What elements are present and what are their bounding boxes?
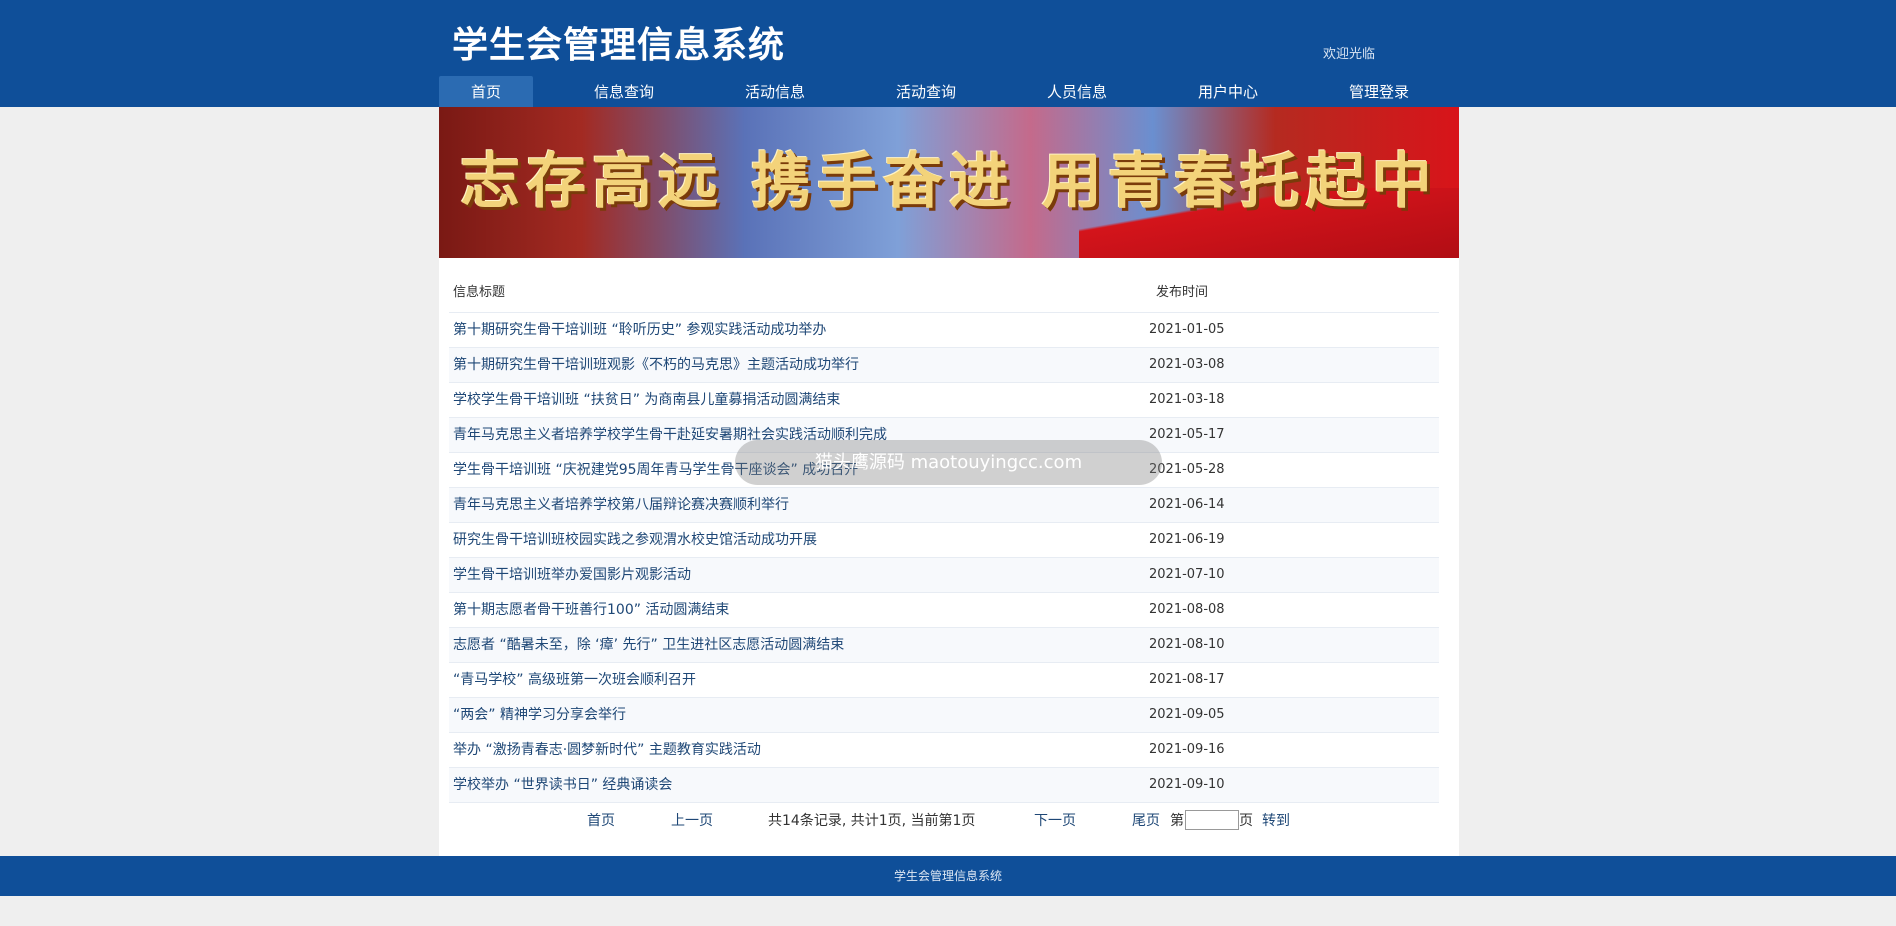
watermark-overlay-pill: 猫头鹰源码 maotouyingcc.com bbox=[735, 440, 1162, 485]
footer-bar: 学生会管理信息系统 bbox=[0, 856, 1896, 896]
nav-item-personnel-info[interactable]: 人员信息 bbox=[1006, 76, 1148, 107]
table-row: 第十期研究生骨干培训班观影《不朽的马克思》主题活动成功举行 2021-03-08 bbox=[449, 348, 1439, 383]
pager-first-link[interactable]: 首页 bbox=[587, 810, 615, 830]
row-title-link[interactable]: 学校举办 “世界读书日” 经典诵读会 bbox=[453, 768, 672, 802]
row-title-link[interactable]: 举办 “激扬青春志·圆梦新时代” 主题教育实践活动 bbox=[453, 733, 761, 767]
row-date: 2021-08-10 bbox=[1149, 637, 1225, 652]
row-title-link[interactable]: 学生骨干培训班举办爱国影片观影活动 bbox=[453, 558, 691, 592]
table-header: 信息标题 发布时间 bbox=[449, 274, 1439, 313]
table-row: “两会” 精神学习分享会举行 2021-09-05 bbox=[449, 698, 1439, 733]
nav-item-admin-login[interactable]: 管理登录 bbox=[1308, 76, 1450, 107]
table-row: 学校举办 “世界读书日” 经典诵读会 2021-09-10 bbox=[449, 768, 1439, 803]
row-title-link[interactable]: 学校学生骨干培训班 “扶贫日” 为商南县儿童募捐活动圆满结束 bbox=[453, 383, 840, 417]
table-row: 学生骨干培训班举办爱国影片观影活动 2021-07-10 bbox=[449, 558, 1439, 593]
header-bar: 学生会管理信息系统 欢迎光临 首页 信息查询 活动信息 活动查询 人员信息 用户… bbox=[0, 0, 1896, 107]
table-row: 第十期志愿者骨干班善行100” 活动圆满结束 2021-08-08 bbox=[449, 593, 1439, 628]
table-row: 举办 “激扬青春志·圆梦新时代” 主题教育实践活动 2021-09-16 bbox=[449, 733, 1439, 768]
row-date: 2021-05-17 bbox=[1149, 427, 1225, 442]
table-row: 志愿者 “酷暑未至，除 ‘瘴’ 先行” 卫生进社区志愿活动圆满结束 2021-08… bbox=[449, 628, 1439, 663]
nav-item-home[interactable]: 首页 bbox=[439, 76, 534, 107]
nav-item-activity-info[interactable]: 活动信息 bbox=[704, 76, 846, 107]
pager-summary: 共14条记录, 共计1页, 当前第1页 bbox=[768, 813, 976, 829]
pager-page-prefix: 第 bbox=[1170, 813, 1184, 829]
pager-page-suffix: 页 bbox=[1239, 813, 1253, 829]
table-row: “青马学校” 高级班第一次班会顺利召开 2021-08-17 bbox=[449, 663, 1439, 698]
nav-item-info-query[interactable]: 信息查询 bbox=[553, 76, 695, 107]
pager-next-link[interactable]: 下一页 bbox=[1034, 810, 1076, 830]
pager-last-link[interactable]: 尾页 bbox=[1132, 810, 1160, 830]
row-date: 2021-09-05 bbox=[1149, 707, 1225, 722]
row-title-link[interactable]: 第十期志愿者骨干班善行100” 活动圆满结束 bbox=[453, 593, 729, 627]
row-date: 2021-01-05 bbox=[1149, 322, 1225, 337]
column-header-date: 发布时间 bbox=[1156, 285, 1209, 300]
row-date: 2021-08-08 bbox=[1149, 602, 1225, 617]
table-row: 青年马克思主义者培养学校第八届辩论赛决赛顺利举行 2021-06-14 bbox=[449, 488, 1439, 523]
site-title: 学生会管理信息系统 bbox=[452, 25, 786, 66]
column-header-title: 信息标题 bbox=[453, 285, 506, 300]
row-title-link[interactable]: “青马学校” 高级班第一次班会顺利召开 bbox=[453, 663, 696, 697]
table-row: 研究生骨干培训班校园实践之参观渭水校史馆活动成功开展 2021-06-19 bbox=[449, 523, 1439, 558]
row-date: 2021-09-16 bbox=[1149, 742, 1225, 757]
table-row: 学校学生骨干培训班 “扶贫日” 为商南县儿童募捐活动圆满结束 2021-03-18 bbox=[449, 383, 1439, 418]
row-title-link[interactable]: 研究生骨干培训班校园实践之参观渭水校史馆活动成功开展 bbox=[453, 523, 817, 557]
banner-image: 志存高远 携手奋进 用青春托起中国梦 bbox=[439, 107, 1459, 258]
row-date: 2021-09-10 bbox=[1149, 777, 1225, 792]
row-title-link[interactable]: 第十期研究生骨干培训班 “聆听历史” 参观实践活动成功举办 bbox=[453, 313, 826, 347]
nav-item-user-center[interactable]: 用户中心 bbox=[1157, 76, 1299, 107]
nav-item-activity-query[interactable]: 活动查询 bbox=[855, 76, 997, 107]
row-title-link[interactable]: 青年马克思主义者培养学校第八届辩论赛决赛顺利举行 bbox=[453, 488, 789, 522]
row-date: 2021-08-17 bbox=[1149, 672, 1225, 687]
row-title-link[interactable]: 第十期研究生骨干培训班观影《不朽的马克思》主题活动成功举行 bbox=[453, 348, 859, 382]
pager-go-link[interactable]: 转到 bbox=[1262, 810, 1290, 830]
table-row: 第十期研究生骨干培训班 “聆听历史” 参观实践活动成功举办 2021-01-05 bbox=[449, 313, 1439, 348]
banner-slogan: 志存高远 携手奋进 用青春托起中国梦 bbox=[460, 147, 1438, 217]
row-date: 2021-06-14 bbox=[1149, 497, 1225, 512]
row-date: 2021-03-08 bbox=[1149, 357, 1225, 372]
row-date: 2021-06-19 bbox=[1149, 532, 1225, 547]
table-body: 第十期研究生骨干培训班 “聆听历史” 参观实践活动成功举办 2021-01-05 … bbox=[449, 313, 1439, 803]
pager-page-input[interactable] bbox=[1185, 810, 1239, 830]
main-nav: 首页 信息查询 活动信息 活动查询 人员信息 用户中心 管理登录 bbox=[439, 76, 1459, 107]
row-title-link[interactable]: 志愿者 “酷暑未至，除 ‘瘴’ 先行” 卫生进社区志愿活动圆满结束 bbox=[453, 628, 844, 662]
row-date: 2021-03-18 bbox=[1149, 392, 1225, 407]
info-table: 信息标题 发布时间 第十期研究生骨干培训班 “聆听历史” 参观实践活动成功举办 2… bbox=[449, 274, 1439, 803]
pagination: 首页 上一页 共14条记录, 共计1页, 当前第1页 下一页 尾页 第 页 转到 bbox=[439, 804, 1459, 834]
row-date: 2021-07-10 bbox=[1149, 567, 1225, 582]
header-inner: 学生会管理信息系统 欢迎光临 首页 信息查询 活动信息 活动查询 人员信息 用户… bbox=[439, 0, 1459, 107]
row-title-link[interactable]: “两会” 精神学习分享会举行 bbox=[453, 698, 626, 732]
welcome-text: 欢迎光临 bbox=[1323, 47, 1376, 62]
pager-prev-link[interactable]: 上一页 bbox=[671, 810, 713, 830]
